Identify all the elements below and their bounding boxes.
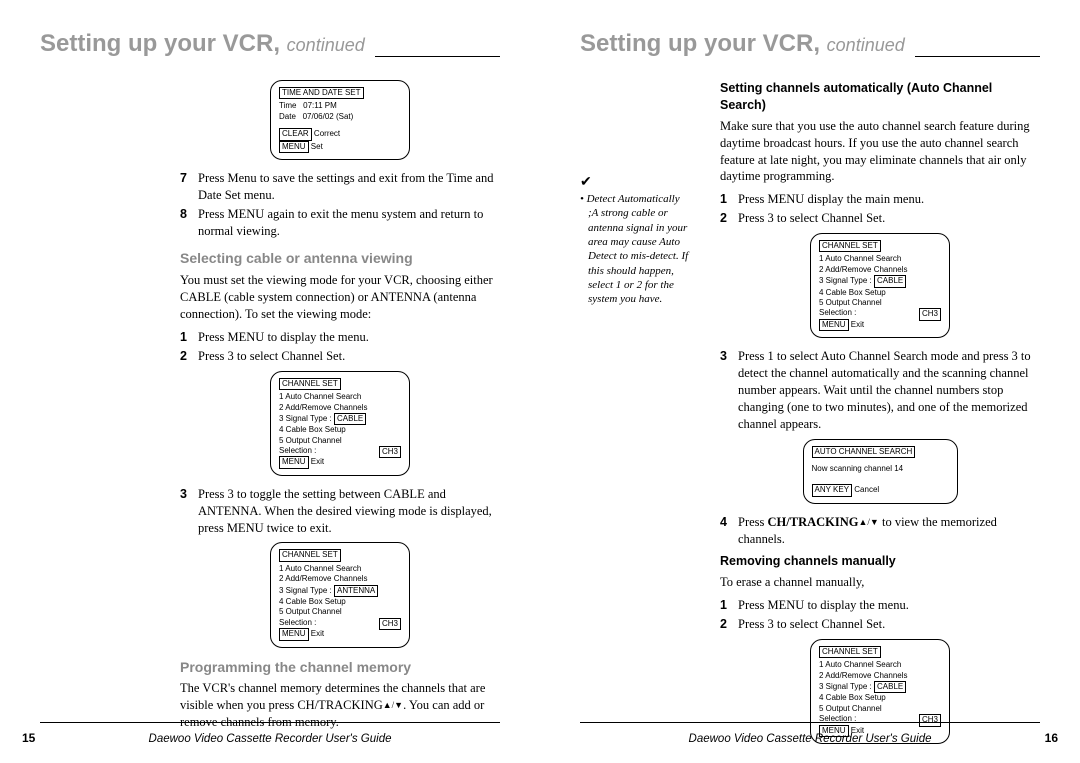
up-down-icon: ▲/▼ bbox=[383, 700, 403, 710]
content-left: TIME AND DATE SET Time 07:11 PM Date 07/… bbox=[40, 74, 500, 743]
page-left: Setting up your VCR, continued TIME AND … bbox=[0, 0, 540, 763]
subhead-auto-search: Setting channels automatically (Auto Cha… bbox=[720, 80, 1040, 114]
title-main: Setting up your VCR, bbox=[40, 30, 280, 57]
para-programming: The VCR's channel memory determines the … bbox=[180, 680, 500, 731]
subhead-removing: Removing channels manually bbox=[720, 553, 1040, 570]
step-7: 7 Press Menu to save the settings and ex… bbox=[180, 170, 500, 204]
page-number: 15 bbox=[22, 731, 35, 745]
sidebar-body: ;A strong cable or antenna signal in you… bbox=[588, 206, 700, 306]
page-title: Setting up your VCR, continued bbox=[580, 30, 905, 58]
step-8: 8 Press MENU again to exit the menu syst… bbox=[180, 206, 500, 240]
page-title: Setting up your VCR, continued bbox=[40, 30, 365, 58]
page-number: 16 bbox=[1045, 731, 1058, 745]
footer-text: Daewoo Video Cassette Recorder User's Gu… bbox=[689, 733, 932, 745]
main-col: TIME AND DATE SET Time 07:11 PM Date 07/… bbox=[180, 74, 500, 743]
step-4: 4 Press CH/TRACKING▲/▼ to view the memor… bbox=[720, 514, 1040, 548]
title-continued: continued bbox=[287, 35, 365, 55]
screen-channel-set-cable: CHANNEL SET 1 Auto Channel Search 2 Add/… bbox=[270, 371, 410, 476]
main-col: Setting channels automatically (Auto Cha… bbox=[720, 74, 1040, 754]
para: To erase a channel manually, bbox=[720, 574, 1040, 591]
sidebar-col bbox=[40, 74, 160, 743]
footer-text: Daewoo Video Cassette Recorder User's Gu… bbox=[149, 733, 392, 745]
title-row: Setting up your VCR, continued bbox=[40, 30, 500, 62]
page-right: Setting up your VCR, continued ✔ • Detec… bbox=[540, 0, 1080, 763]
title-rule bbox=[375, 56, 500, 57]
screen-channel-set: CHANNEL SET 1 Auto Channel Search 2 Add/… bbox=[810, 233, 950, 338]
subhead-programming: Programming the channel memory bbox=[180, 658, 500, 677]
screen-time-date: TIME AND DATE SET Time 07:11 PM Date 07/… bbox=[270, 80, 410, 160]
para: You must set the viewing mode for your V… bbox=[180, 272, 500, 323]
title-row: Setting up your VCR, continued bbox=[580, 30, 1040, 62]
screen-channel-set-bottom: CHANNEL SET 1 Auto Channel Search 2 Add/… bbox=[810, 639, 950, 744]
para: Make sure that you use the auto channel … bbox=[720, 118, 1040, 186]
screen-auto-search: AUTO CHANNEL SEARCH Now scanning channel… bbox=[803, 439, 958, 504]
screen-title: TIME AND DATE SET bbox=[279, 87, 364, 99]
title-rule bbox=[915, 56, 1040, 57]
content-right: ✔ • Detect Automatically ;A strong cable… bbox=[580, 74, 1040, 754]
footer-rule bbox=[40, 722, 500, 723]
sidebar-col: ✔ • Detect Automatically ;A strong cable… bbox=[580, 74, 700, 754]
up-down-icon: ▲/▼ bbox=[859, 517, 879, 527]
footer-rule bbox=[580, 722, 1040, 723]
sidebar-head: Detect Automatically bbox=[587, 193, 680, 205]
subhead-selecting: Selecting cable or antenna viewing bbox=[180, 249, 500, 268]
screen-channel-set-antenna: CHANNEL SET 1 Auto Channel Search 2 Add/… bbox=[270, 542, 410, 647]
check-icon: ✔ bbox=[580, 175, 592, 190]
